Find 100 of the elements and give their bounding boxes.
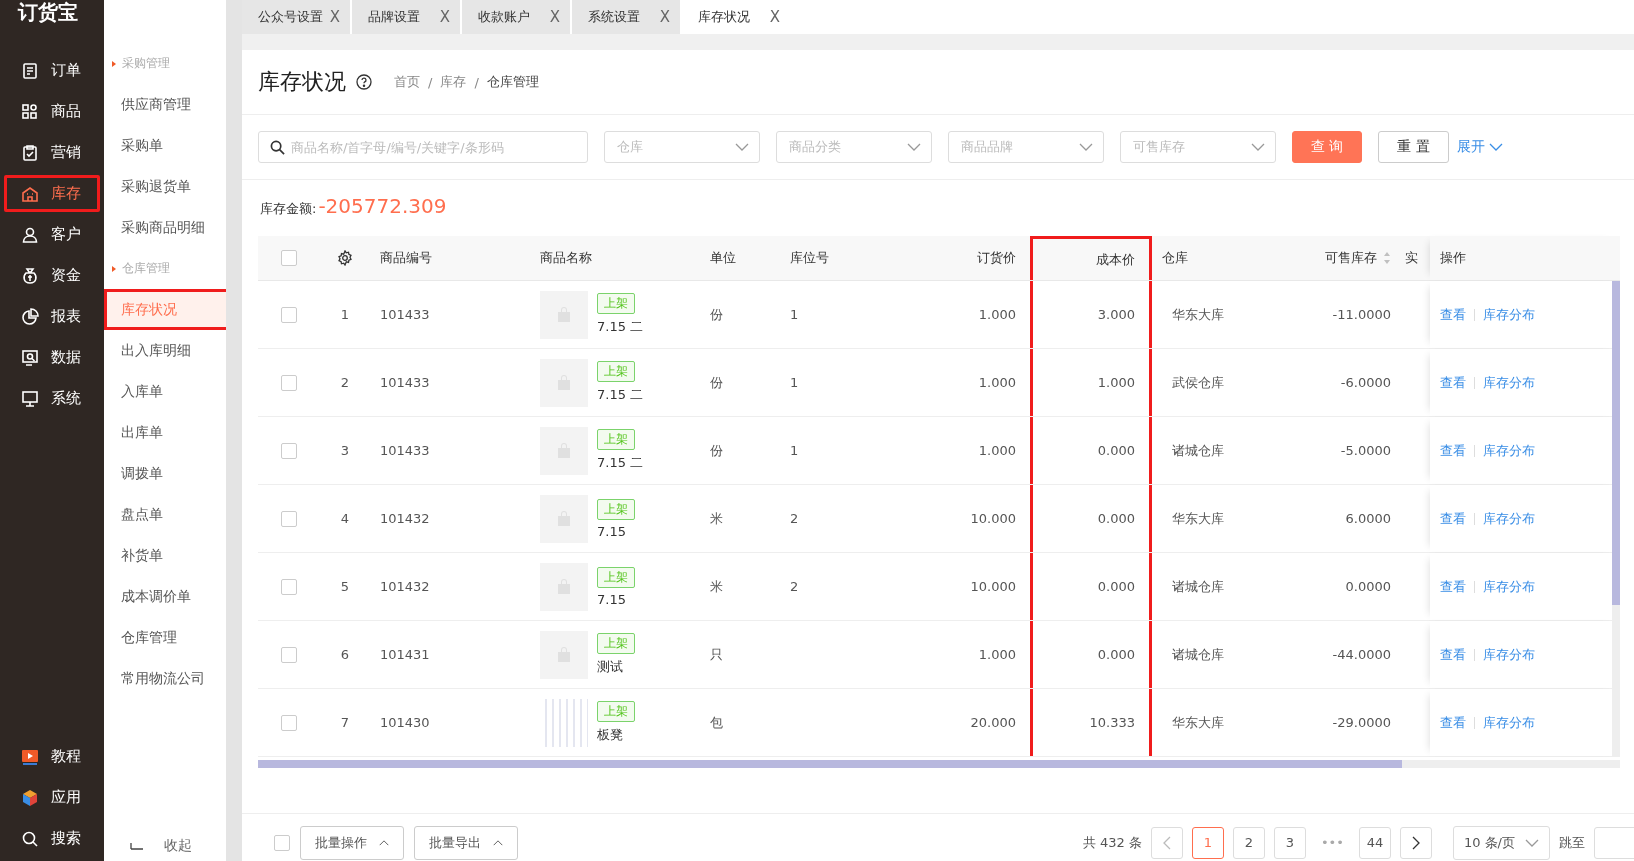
nav-item[interactable]: 营销	[4, 134, 100, 171]
product-name: 7.15 二	[597, 454, 644, 472]
table-cell: 份	[710, 373, 723, 392]
submenu-item[interactable]: 仓库管理	[104, 617, 230, 658]
table-cell: 1	[790, 375, 799, 390]
submenu-item[interactable]: 出入库明细	[104, 330, 230, 371]
breadcrumb-separator: /	[474, 74, 479, 90]
column-header: 仓库	[1162, 249, 1188, 267]
product-name: 板凳	[597, 726, 623, 744]
page-size-select[interactable]: 10 条/页	[1452, 825, 1550, 860]
table-cell: -11.0000	[1332, 307, 1391, 322]
status-tag: 上架	[597, 498, 635, 520]
table-cell: 10.000	[970, 579, 1016, 594]
action-link[interactable]: 库存分布	[1483, 305, 1535, 324]
nav-item[interactable]: 数据	[4, 339, 100, 376]
nav-item[interactable]: 报表	[4, 298, 100, 335]
collapse-link[interactable]: 收起	[164, 837, 192, 855]
submenu-item[interactable]: 入库单	[104, 371, 230, 412]
breadcrumb-link[interactable]: 首页	[394, 73, 420, 91]
action-link[interactable]: 库存分布	[1483, 441, 1535, 460]
table-cell: 101432	[380, 511, 430, 526]
table-cell: 米	[710, 509, 723, 528]
action-link[interactable]: 查看	[1440, 577, 1466, 596]
tab[interactable]: 公众号设置 X	[242, 0, 350, 34]
action-link[interactable]: 库存分布	[1483, 645, 1535, 664]
submenu-item[interactable]: 采购退货单	[104, 166, 230, 207]
expand-link[interactable]: 展开	[1456, 138, 1485, 156]
action-link[interactable]: 库存分布	[1483, 373, 1535, 392]
nav-item[interactable]: 应用	[4, 779, 100, 816]
nav-item[interactable]: 库存	[4, 175, 100, 212]
submenu-item[interactable]: 出库单	[104, 412, 230, 453]
table-cell: 武侯仓库	[1172, 373, 1224, 392]
tab[interactable]: 系统设置 X	[572, 0, 680, 34]
column-header: 商品名称	[540, 249, 592, 267]
status-tag: 上架	[597, 361, 635, 382]
action-link[interactable]: 库存分布	[1483, 713, 1535, 732]
nav-item[interactable]: 系统	[4, 380, 100, 417]
batch-button[interactable]: 批量操作	[300, 825, 404, 860]
table-cell: 0.000	[1097, 511, 1135, 526]
action-link[interactable]: 查看	[1440, 645, 1466, 664]
tab[interactable]: 收款账户 X	[462, 0, 570, 34]
column-header: 操作	[1440, 249, 1466, 267]
table-cell: 0.000	[1097, 443, 1135, 458]
action-link[interactable]: 查看	[1440, 441, 1466, 460]
breadcrumb-link[interactable]: 仓库管理	[486, 73, 539, 91]
submenu-item[interactable]: 调拨单	[104, 453, 230, 494]
column-header: 库位号	[790, 249, 829, 267]
submenu-item[interactable]: 采购单	[104, 125, 230, 166]
table-cell: 诸城仓库	[1172, 441, 1224, 460]
submenu-item[interactable]: 采购商品明细	[104, 207, 230, 248]
action-link[interactable]: 库存分布	[1483, 577, 1535, 596]
table-cell: -5.0000	[1340, 443, 1391, 458]
table-cell: 1	[790, 443, 799, 458]
submenu-item[interactable]: 成本调价单	[104, 576, 230, 617]
column-header: 订货价	[977, 249, 1016, 267]
action-link[interactable]: 查看	[1440, 373, 1466, 392]
action-link[interactable]: 查看	[1440, 509, 1466, 528]
table-cell: 只	[710, 645, 723, 664]
table-cell: 3.000	[1097, 307, 1135, 322]
logo: 订货宝	[16, 0, 78, 26]
nav-item[interactable]: 客户	[4, 216, 100, 253]
action-link[interactable]: 库存分布	[1483, 509, 1535, 528]
submenu-item[interactable]: 盘点单	[104, 494, 230, 535]
table-cell: 诸城仓库	[1172, 645, 1224, 664]
table-cell: -29.0000	[1332, 715, 1391, 730]
table-cell: 1.000	[978, 443, 1016, 458]
reset-button[interactable]: 重 置	[1378, 131, 1449, 163]
column-header: 可售库存	[1325, 249, 1377, 267]
page-button[interactable]: 2	[1232, 826, 1265, 859]
table-cell: 10.333	[1089, 715, 1135, 730]
table-cell: 华东大库	[1172, 509, 1224, 528]
status-tag: 上架	[597, 701, 635, 722]
action-link[interactable]: 查看	[1440, 305, 1466, 324]
submenu-item[interactable]: 供应商管理	[104, 84, 230, 125]
product-name: 测试	[597, 658, 623, 676]
table-cell: 0.000	[1097, 579, 1135, 594]
tab[interactable]: 品牌设置 X	[352, 0, 460, 34]
nav-item[interactable]: 教程	[4, 738, 100, 775]
table-cell: 份	[710, 305, 723, 324]
page-button[interactable]: 3	[1273, 826, 1306, 859]
table-cell: 0.000	[1097, 647, 1135, 662]
submenu-item[interactable]: 常用物流公司	[104, 658, 230, 699]
breadcrumb-link[interactable]: 库存	[440, 73, 467, 91]
table-cell: 1.000	[978, 375, 1016, 390]
table-cell: 1.000	[978, 307, 1016, 322]
nav-item[interactable]: 搜索	[4, 820, 100, 857]
nav-item[interactable]: 资金	[4, 257, 100, 294]
page-button[interactable]: 44	[1358, 826, 1391, 859]
table-cell: -44.0000	[1332, 647, 1391, 662]
product-name: 7.15	[597, 523, 626, 539]
table-cell: 1.000	[1097, 375, 1135, 390]
submenu-item[interactable]: 补货单	[104, 535, 230, 576]
nav-item[interactable]: 商品	[4, 93, 100, 130]
nav-item[interactable]: 订单	[4, 52, 100, 89]
action-link[interactable]: 查看	[1440, 713, 1466, 732]
row-index: 1	[340, 307, 350, 322]
batch-button[interactable]: 批量导出	[414, 825, 518, 860]
search-field[interactable]: 商品名称/首字母/编号/关键字/条形码	[258, 131, 588, 163]
table-cell: 101431	[380, 647, 430, 662]
amount-label: 库存金额:	[260, 200, 317, 218]
